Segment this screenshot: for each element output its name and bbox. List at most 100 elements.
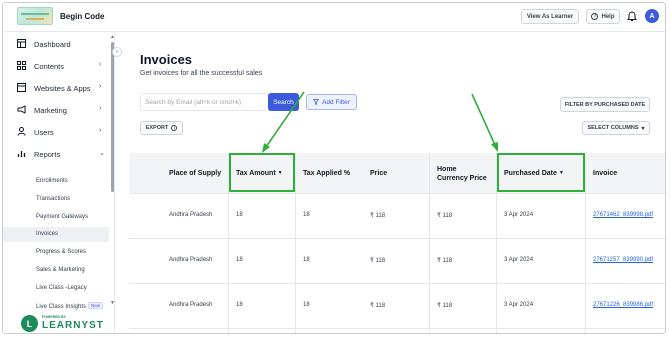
cell-home-price: ₹ 118 [437, 303, 453, 309]
school-logo[interactable] [17, 7, 53, 25]
new-badge: New [88, 302, 104, 309]
sidebar-item-reports[interactable]: Reports ⌄ [3, 144, 109, 164]
column-header-place-of-supply[interactable]: Place of Supply [169, 153, 229, 194]
sidebar-subitem-label: Sales & Marketing [36, 267, 85, 273]
column-divider [585, 153, 586, 333]
sidebar-subitem-transactions[interactable]: Transactions [3, 192, 109, 207]
chevron-right-icon: › [99, 105, 102, 112]
chevron-right-icon: › [99, 61, 102, 68]
sidebar-scrollbar[interactable]: ▲ ▼ [110, 34, 115, 306]
sidebar-subitem-payment-gateways[interactable]: Payment Gateways [3, 210, 109, 225]
help-label: Help [601, 13, 615, 20]
sidebar-item-contents[interactable]: Contents › [3, 56, 109, 76]
column-divider [429, 153, 430, 333]
cell-tax-applied: 18 [303, 302, 310, 308]
export-button[interactable]: EXPORT i [140, 121, 183, 135]
cell-tax-amount: 18 [236, 302, 243, 308]
school-name: Begin Code [60, 12, 105, 21]
help-button[interactable]: ? Help [586, 9, 620, 24]
column-header-home-currency-price[interactable]: Home Currency Price [437, 153, 487, 194]
cell-place: Andhra Pradesh [169, 302, 213, 308]
bar-chart-icon [17, 151, 26, 157]
sidebar-item-label: Users [34, 128, 54, 137]
column-header-invoice[interactable]: Invoice [593, 153, 653, 194]
cell-price: ₹ 118 [370, 303, 386, 309]
page-subtitle: Get invoices for all the successful sale… [140, 70, 263, 77]
sidebar-item-label: Reports [34, 150, 61, 159]
invoice-link[interactable]: 27671462_839998.pdf [593, 212, 653, 218]
sidebar-item-websites-apps[interactable]: Websites & Apps › [3, 78, 109, 98]
notification-bell-icon[interactable] [627, 11, 637, 22]
contents-icon [17, 61, 26, 70]
sidebar-subitem-live-class-insights[interactable]: Live Class Insights New [3, 298, 109, 313]
megaphone-icon [17, 105, 26, 114]
filter-icon [313, 99, 320, 105]
dashboard-icon [17, 39, 26, 48]
invoice-link[interactable]: 27671257_839990.pdf [593, 257, 653, 263]
sidebar-subitem-label: Transactions [36, 196, 71, 202]
export-label: EXPORT [145, 125, 169, 131]
page-title: Invoices [140, 52, 193, 67]
chevron-down-icon: ▾ [641, 125, 645, 132]
cell-tax-amount: 18 [236, 212, 243, 218]
app-window: Begin Code View As Learner ? Help A Dash… [2, 2, 666, 334]
sidebar-item-label: Contents [34, 62, 65, 71]
top-bar: Begin Code View As Learner ? Help A [3, 3, 665, 32]
column-divider [295, 153, 296, 333]
cell-place: Andhra Pradesh [169, 257, 213, 263]
collapse-sidebar-icon[interactable]: ‹ [112, 47, 122, 57]
cell-place: Andhra Pradesh [169, 212, 213, 218]
cell-home-price: ₹ 118 [437, 213, 453, 219]
user-avatar[interactable]: A [645, 9, 659, 23]
website-icon [17, 83, 26, 92]
select-columns-button[interactable]: SELECT COLUMNS ▾ [582, 121, 650, 135]
tax-amount-highlight-box [229, 153, 295, 192]
add-filter-button[interactable]: Add Filter [306, 94, 357, 110]
sidebar-item-label: Marketing [34, 106, 67, 115]
invoice-link[interactable]: 27671226_839986.pdf [593, 302, 653, 308]
powered-by-learnyst: L POWERED BY LEARNYST [21, 315, 107, 333]
sidebar: Dashboard Contents › Websites & Apps › M… [3, 32, 115, 333]
sidebar-item-label: Websites & Apps [34, 84, 91, 93]
search-input[interactable] [140, 93, 269, 111]
search-button[interactable]: Search [268, 93, 299, 111]
learnyst-brand: LEARNYST [42, 320, 104, 331]
sidebar-subitem-live-class-legacy[interactable]: Live Class -Legacy [3, 281, 109, 296]
powered-by-label: POWERED BY [42, 315, 66, 319]
user-icon [17, 127, 26, 136]
sidebar-item-marketing[interactable]: Marketing › [3, 100, 109, 120]
filter-by-purchased-date-button[interactable]: FILTER BY PURCHASED DATE [560, 97, 650, 112]
sidebar-subitem-enrollments[interactable]: Enrollments [3, 174, 109, 189]
cell-home-price: ₹ 118 [437, 258, 453, 264]
column-header-price[interactable]: Price [370, 153, 420, 194]
sidebar-subitem-label: Live Class Insights New [36, 302, 104, 310]
invoices-table: Place of Supply Tax Amount ▼ Tax Applied… [129, 153, 665, 333]
cell-price: ₹ 118 [370, 258, 386, 264]
learnyst-logo-icon: L [21, 315, 38, 332]
cell-date: 3 Apr 2024 [504, 302, 534, 308]
cell-date: 3 Apr 2024 [504, 257, 534, 263]
scroll-thumb[interactable] [111, 42, 114, 192]
chevron-down-icon: ⌄ [99, 150, 105, 157]
cell-tax-amount: 18 [236, 257, 243, 263]
sidebar-subitem-label: Progress & Scores [36, 249, 87, 255]
help-icon: ? [591, 13, 599, 20]
add-filter-label: Add Filter [322, 98, 350, 106]
sidebar-subitem-sales-marketing[interactable]: Sales & Marketing [3, 263, 109, 278]
cell-tax-applied: 18 [303, 257, 310, 263]
cell-tax-applied: 18 [303, 212, 310, 218]
select-columns-label: SELECT COLUMNS [587, 125, 639, 131]
cell-price: ₹ 118 [370, 213, 386, 219]
sidebar-item-dashboard[interactable]: Dashboard [3, 34, 109, 54]
sidebar-item-users[interactable]: Users › [3, 122, 109, 142]
view-as-learner-button[interactable]: View As Learner [521, 9, 579, 24]
scroll-up-icon[interactable]: ▲ [110, 34, 115, 40]
sidebar-subitem-progress-scores[interactable]: Progress & Scores [3, 245, 109, 260]
purchased-date-highlight-box [497, 153, 585, 192]
column-header-tax-applied[interactable]: Tax Applied % [303, 153, 363, 194]
scroll-down-icon[interactable]: ▼ [110, 300, 115, 306]
sidebar-subitem-text: Live Class Insights [36, 304, 87, 310]
info-icon[interactable]: i [171, 125, 178, 131]
sidebar-subitem-invoices[interactable]: Invoices [3, 227, 109, 242]
sidebar-subitem-label: Live Class -Legacy [36, 285, 87, 291]
